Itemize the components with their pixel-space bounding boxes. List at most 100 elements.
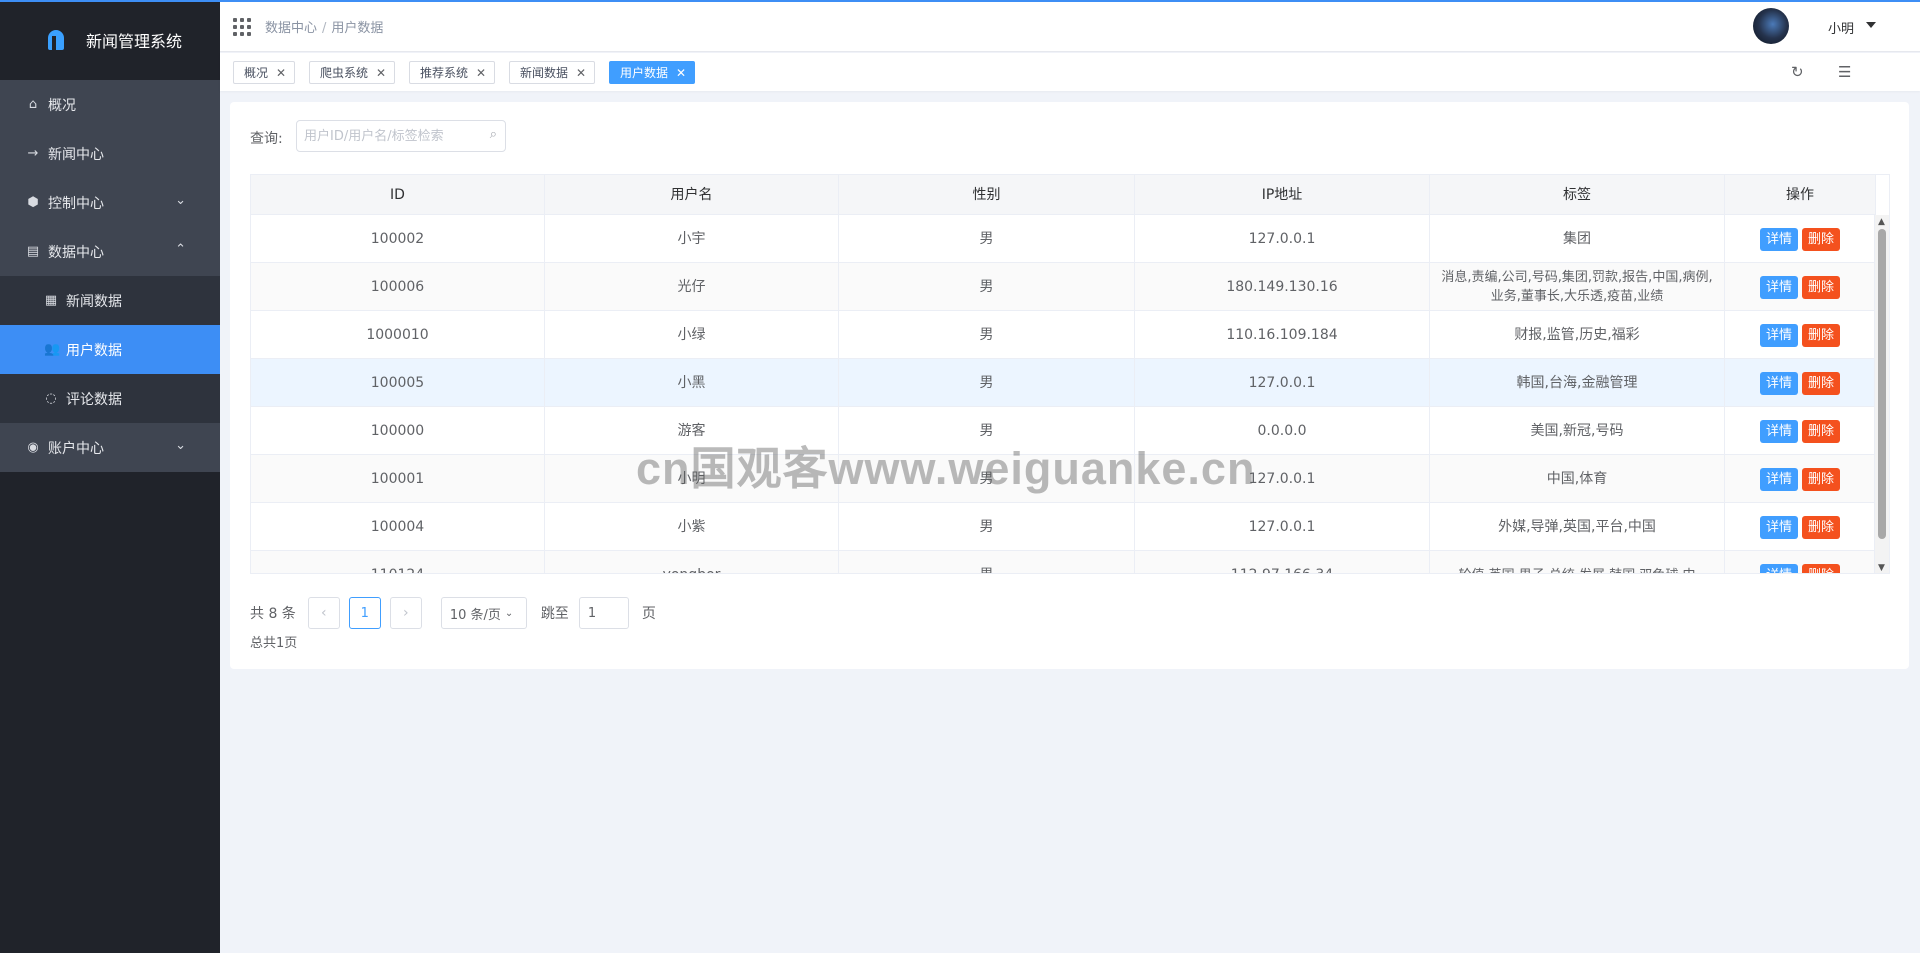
cell-id: 100005 [251,359,545,407]
prev-page-button[interactable]: ‹ [307,597,340,629]
sidebar-item-comment-data[interactable]: ◌ 评论数据 [0,374,220,423]
breadcrumb-item[interactable]: 数据中心 [265,21,317,36]
tab-label: 概况 [244,66,269,80]
scroll-up-icon[interactable]: ▲ [1878,217,1885,227]
detail-button[interactable]: 详情 [1759,467,1798,491]
page-size-value: 10 条/页 [449,607,501,623]
sidebar-item-control-center[interactable]: ⬢ 控制中心 ⌄ [0,178,220,227]
data-center-submenu: ▦ 新闻数据 👥 用户数据 ◌ 评论数据 [0,276,220,423]
cell-id: 100004 [251,503,545,551]
delete-button[interactable]: 删除 [1802,515,1841,539]
detail-button[interactable]: 详情 [1759,563,1798,573]
home-icon: ⌂ [28,97,38,112]
sidebar-item-label: 控制中心 [48,195,104,212]
sidebar-item-user-data[interactable]: 👥 用户数据 [0,325,220,374]
tab-label: 推荐系统 [420,66,469,80]
tab-user-data[interactable]: 用户数据 ✕ [609,61,696,84]
scroll-down-icon[interactable]: ▼ [1878,563,1885,573]
next-page-button[interactable]: › [389,597,422,629]
close-icon[interactable]: ✕ [276,66,286,80]
arrow-right-icon: → [27,146,39,161]
cell-gender: 男 [839,359,1135,407]
delete-button[interactable]: 删除 [1802,419,1841,443]
total-pages: 总共1页 [250,636,298,651]
close-icon[interactable]: ✕ [676,66,686,80]
delete-button[interactable]: 删除 [1802,467,1841,491]
users-icon: 👥 [44,342,61,357]
avatar[interactable] [1753,8,1789,44]
column-header-tags[interactable]: 标签 [1430,175,1725,215]
tabs-bar: 概况 ✕ 爬虫系统 ✕ 推荐系统 ✕ 新闻数据 ✕ 用户数据 ✕ ↻ ☰ [220,53,1920,91]
scrollbar-thumb[interactable] [1878,229,1886,539]
search-icon[interactable]: ⌕ [490,127,497,142]
tab-recommend[interactable]: 推荐系统 ✕ [409,61,496,84]
close-icon[interactable]: ✕ [476,66,486,80]
cell-actions: 详情删除 [1725,455,1876,503]
delete-button[interactable]: 删除 [1802,275,1841,299]
search-input[interactable] [297,121,472,151]
close-icon[interactable]: ✕ [576,66,586,80]
column-header-username[interactable]: 用户名 [545,175,839,215]
header: 数据中心 / 用户数据 小明 [220,2,1920,52]
chevron-down-icon: ⌄ [504,607,514,619]
cell-actions: 详情删除 [1725,311,1876,359]
detail-button[interactable]: 详情 [1759,371,1798,395]
jump-label: 跳至 [540,606,569,622]
delete-button[interactable]: 删除 [1802,323,1841,347]
main-card: 查询: ⌕ ID 用户名 性别 IP地址 标签 操作 100002 小宇 男 1… [230,102,1909,669]
breadcrumb: 数据中心 / 用户数据 [265,17,383,36]
jump-page-input[interactable]: 1 [578,597,629,629]
cell-tags: 消息,责编,公司,号码,集团,罚款,报告,中国,病例,业务,董事长,大乐透,疫苗… [1430,263,1725,311]
cell-username: 小黑 [545,359,839,407]
column-header-ip[interactable]: IP地址 [1135,175,1430,215]
cell-tags: 中国,体育 [1430,455,1725,503]
sidebar-item-label: 概况 [48,97,76,114]
breadcrumb-separator: / [322,21,327,36]
tab-crawler[interactable]: 爬虫系统 ✕ [309,61,396,84]
column-header-id[interactable]: ID [251,175,545,215]
cell-id: 1000010 [251,311,545,359]
cell-ip: 110.16.109.184 [1135,311,1430,359]
detail-button[interactable]: 详情 [1759,419,1798,443]
sidebar-item-news-data[interactable]: ▦ 新闻数据 [0,276,220,325]
page-number-1[interactable]: 1 [348,597,381,629]
refresh-icon[interactable]: ↻ [1791,63,1804,81]
detail-button[interactable]: 详情 [1759,515,1798,539]
delete-button[interactable]: 删除 [1802,563,1841,573]
cell-id: 110124 [251,551,545,573]
table-scrollbar[interactable]: ▲ ▼ [1874,215,1889,573]
detail-button[interactable]: 详情 [1759,323,1798,347]
sidebar: 新闻管理系统 ⌂ 概况 → 新闻中心 ⬢ 控制中心 ⌄ ▤ 数据中心 ⌃ ▦ 新… [0,0,220,953]
chevron-down-icon: ⌄ [175,438,186,453]
cell-actions: 详情删除 [1725,263,1876,311]
page-size-select[interactable]: 10 条/页 ⌄ [440,597,527,629]
sidebar-item-data-center[interactable]: ▤ 数据中心 ⌃ [0,227,220,276]
sidebar-item-overview[interactable]: ⌂ 概况 [0,80,220,129]
detail-button[interactable]: 详情 [1759,275,1798,299]
tab-news-data[interactable]: 新闻数据 ✕ [509,61,596,84]
settings-sliders-icon[interactable]: ☰ [1838,63,1851,81]
delete-button[interactable]: 删除 [1802,227,1841,251]
close-icon[interactable]: ✕ [376,66,386,80]
page-unit-label: 页 [641,606,656,622]
tab-overview[interactable]: 概况 ✕ [233,61,296,84]
logo-icon [48,30,64,50]
sidebar-item-label: 数据中心 [48,244,104,261]
sidebar-item-label: 新闻中心 [48,146,104,163]
cell-gender: 男 [839,311,1135,359]
column-header-gender[interactable]: 性别 [839,175,1135,215]
sidebar-item-label: 评论数据 [66,391,122,408]
sidebar-item-news-center[interactable]: → 新闻中心 [0,129,220,178]
pagination-total: 共 8 条 [250,606,296,622]
user-name[interactable]: 小明 [1828,18,1854,37]
cell-gender: 男 [839,263,1135,311]
delete-button[interactable]: 删除 [1802,371,1841,395]
column-header-actions: 操作 [1725,175,1876,215]
breadcrumb-item: 用户数据 [331,21,384,36]
detail-button[interactable]: 详情 [1759,227,1798,251]
caret-down-icon[interactable] [1866,22,1876,28]
apps-grid-icon[interactable] [233,17,251,36]
brand: 新闻管理系统 [0,0,220,80]
table-row: 100004 小紫 男 127.0.0.1 外媒,导弹,英国,平台,中国 详情删… [251,503,1876,551]
sidebar-item-account-center[interactable]: ◉ 账户中心 ⌄ [0,423,220,472]
